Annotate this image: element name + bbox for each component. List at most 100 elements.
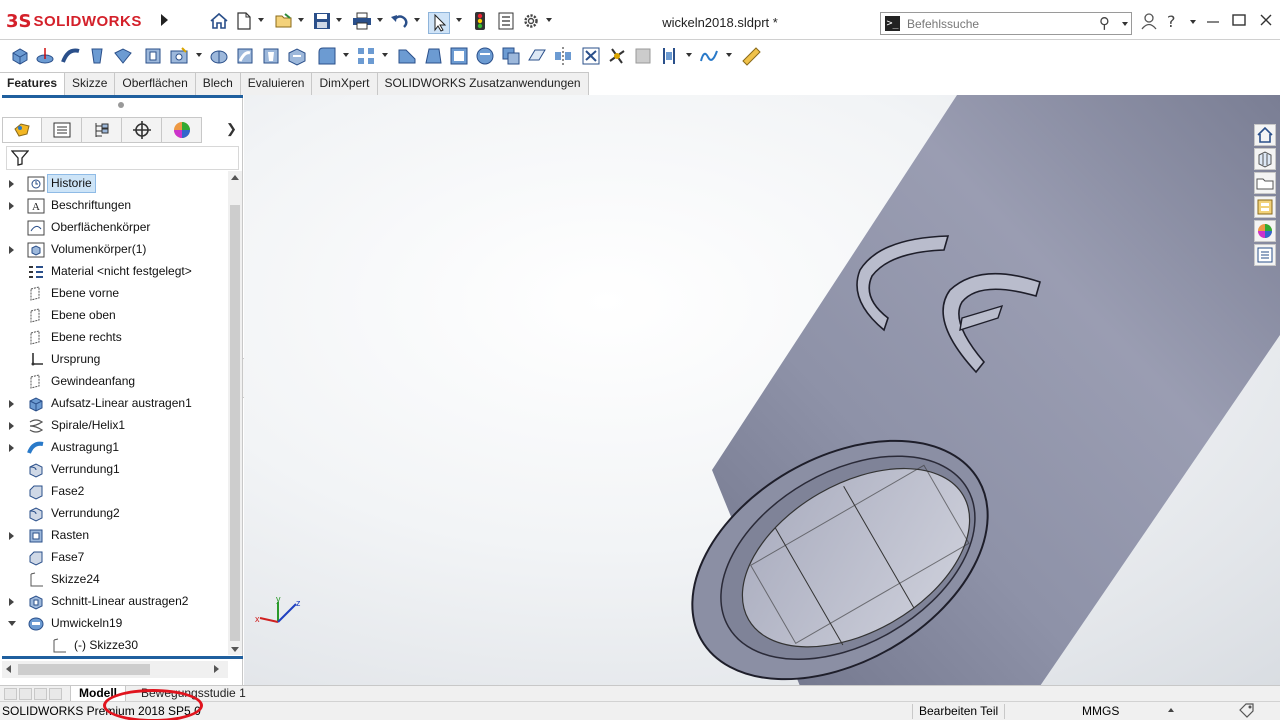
hide-show-items-icon[interactable] [794, 95, 812, 96]
display-style-icon[interactable] [754, 95, 772, 96]
first-tab-nav-icon[interactable] [4, 688, 17, 700]
lofted-cut-icon[interactable] [260, 45, 282, 67]
tree-item[interactable]: Aufsatz-Linear austragen1 [0, 393, 228, 415]
tab-surfaces[interactable]: Oberflächen [115, 72, 196, 95]
select-dropdown-caret-icon[interactable] [456, 18, 462, 22]
file-properties-icon[interactable] [495, 10, 517, 32]
tree-item[interactable]: Gewindeanfang [0, 371, 228, 393]
extruded-cut-icon[interactable] [142, 45, 164, 67]
tree-item[interactable]: Material <nicht festgelegt> [0, 261, 228, 283]
hole-dropdown-caret-icon[interactable] [196, 53, 202, 57]
tab-display-manager[interactable] [162, 117, 202, 143]
tree-horizontal-scrollbar[interactable] [2, 661, 228, 678]
pattern-dropdown-caret-icon[interactable] [382, 53, 388, 57]
feature-tree-filter[interactable] [6, 146, 239, 170]
reference-geometry-icon[interactable] [526, 45, 548, 67]
tab-features[interactable]: Features [0, 72, 66, 95]
split-icon[interactable] [632, 45, 654, 67]
tab-evaluate[interactable]: Evaluieren [240, 72, 313, 95]
appearances-scenes-icon[interactable] [1254, 220, 1276, 242]
helix-icon[interactable] [698, 45, 720, 67]
tree-item[interactable]: Ebene rechts [0, 327, 228, 349]
open-document-icon[interactable] [272, 10, 296, 32]
user-account-icon[interactable] [1141, 12, 1157, 34]
expand-arrow-icon[interactable] [9, 246, 14, 254]
undo-icon[interactable] [388, 10, 412, 32]
print-icon[interactable] [350, 10, 374, 32]
expand-arrow-icon[interactable] [9, 400, 14, 408]
view-settings-icon[interactable] [874, 95, 892, 96]
tree-item[interactable]: Volumenkörper(1) [0, 239, 228, 261]
revolved-boss-icon[interactable] [34, 45, 56, 67]
file-explorer-icon[interactable] [1254, 172, 1276, 194]
expand-arrow-icon[interactable] [9, 444, 14, 452]
scroll-thumb[interactable] [230, 205, 240, 641]
new-dropdown-caret-icon[interactable] [258, 18, 264, 22]
search-dropdown-caret-icon[interactable] [1122, 22, 1128, 26]
boundary-cut-icon[interactable] [286, 45, 308, 67]
save-icon[interactable] [311, 10, 333, 32]
tab-property-manager[interactable] [42, 117, 82, 143]
swept-boss-icon[interactable] [60, 45, 82, 67]
close-window-icon[interactable] [1259, 12, 1273, 32]
axis-icon[interactable] [658, 45, 680, 67]
scroll-right-arrow-icon[interactable] [214, 665, 219, 673]
horizontal-scroll-thumb[interactable] [18, 664, 150, 675]
tree-item[interactable]: Oberflächenkörper [0, 217, 228, 239]
unit-system-label[interactable]: MMGS [1082, 704, 1119, 718]
instant3d-icon[interactable] [606, 45, 628, 67]
tree-item[interactable]: Historie [0, 173, 228, 195]
ruler-icon[interactable] [740, 45, 762, 67]
part-model[interactable] [244, 95, 1280, 685]
tree-item[interactable]: (-) Skizze30 [0, 635, 228, 655]
maximize-window-icon[interactable] [1232, 12, 1246, 32]
tree-item[interactable]: Skizze24 [0, 569, 228, 591]
options-gear-icon[interactable] [520, 10, 542, 32]
revolved-cut-icon[interactable] [208, 45, 230, 67]
edit-appearance-icon[interactable] [834, 95, 852, 96]
tab-addins[interactable]: SOLIDWORKS Zusatzanwendungen [377, 72, 589, 95]
home-icon[interactable] [207, 10, 231, 32]
tree-item[interactable]: Ebene vorne [0, 283, 228, 305]
fillet-dropdown-caret-icon[interactable] [343, 53, 349, 57]
wrap-icon[interactable] [474, 45, 496, 67]
tree-item[interactable]: Rasten [0, 525, 228, 547]
zoom-to-fit-icon[interactable] [610, 95, 628, 96]
minimize-window-icon[interactable] [1206, 12, 1220, 32]
expand-arrow-icon[interactable] [9, 202, 14, 210]
undo-dropdown-caret-icon[interactable] [414, 18, 420, 22]
tree-item[interactable]: Ursprung [0, 349, 228, 371]
tree-item[interactable]: Verrundung2 [0, 503, 228, 525]
tab-sheet-metal[interactable]: Blech [195, 72, 241, 95]
intersect-icon[interactable] [500, 45, 522, 67]
scroll-left-arrow-icon[interactable] [6, 665, 11, 673]
open-dropdown-caret-icon[interactable] [298, 18, 304, 22]
tab-feature-manager[interactable] [2, 117, 42, 143]
tree-item[interactable]: Umwickeln19 [0, 613, 228, 635]
command-search-box[interactable]: >_ Befehlssuche ⚲ [880, 12, 1132, 35]
select-tool-button[interactable] [428, 12, 450, 34]
search-icon[interactable]: ⚲ [1099, 14, 1110, 32]
rebuild-status-icon[interactable] [1238, 702, 1256, 720]
custom-properties-icon[interactable] [1254, 244, 1276, 266]
draft-icon[interactable] [422, 45, 444, 67]
scroll-down-arrow-icon[interactable] [231, 647, 239, 652]
axis-dropdown-caret-icon[interactable] [686, 53, 692, 57]
tab-dimxpert-manager[interactable] [122, 117, 162, 143]
print-dropdown-caret-icon[interactable] [377, 18, 383, 22]
curves-icon[interactable] [580, 45, 602, 67]
help-icon[interactable]: ? [1167, 12, 1176, 31]
help-dropdown-caret-icon[interactable] [1190, 20, 1196, 24]
hole-wizard-icon[interactable] [168, 45, 190, 67]
units-menu-caret-icon[interactable] [1168, 708, 1174, 712]
section-view-icon[interactable] [688, 95, 706, 96]
tab-dimxpert[interactable]: DimXpert [312, 72, 378, 95]
solidworks-logo[interactable]: 3S SOLIDWORKS [6, 8, 142, 34]
expand-arrow-icon[interactable] [9, 532, 14, 540]
last-tab-nav-icon[interactable] [49, 688, 62, 700]
tab-configuration-manager[interactable] [82, 117, 122, 143]
previous-view-icon[interactable] [662, 95, 680, 96]
expand-arrow-icon[interactable] [9, 422, 14, 430]
design-library-icon[interactable] [1254, 148, 1276, 170]
view-orientation-icon[interactable] [714, 95, 732, 96]
